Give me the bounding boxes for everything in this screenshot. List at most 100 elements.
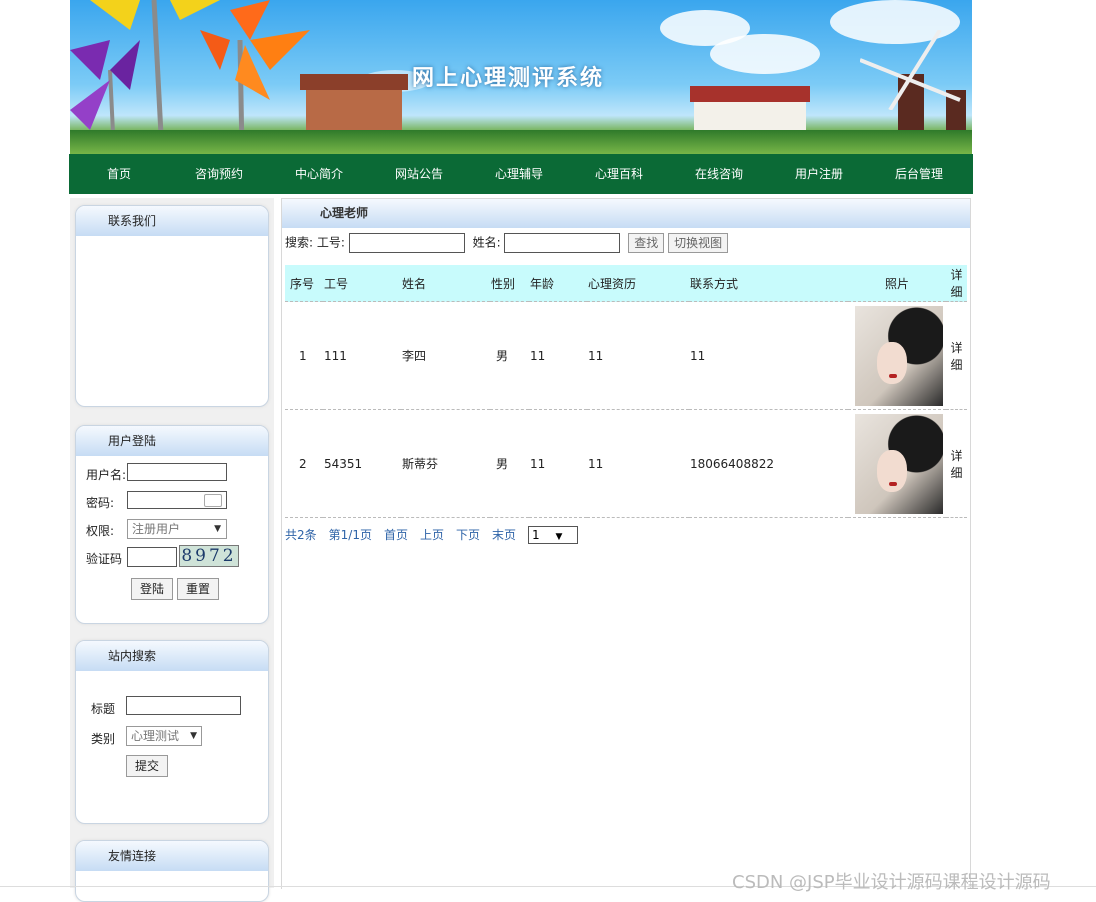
column-header: 工号 [323, 265, 401, 302]
pagination: 共2条 第1/1页 首页 上页 下页 末页 1 ▼ [285, 526, 590, 544]
windmill-blades-icon [860, 30, 961, 110]
search-submit-button[interactable]: 提交 [126, 755, 168, 777]
nav-item-counseling[interactable]: 心理辅导 [469, 154, 569, 194]
cell-index: 1 [285, 301, 323, 410]
search-title-input[interactable] [126, 696, 241, 715]
switch-view-button[interactable]: 切换视图 [668, 233, 729, 253]
login-button[interactable]: 登陆 [131, 578, 173, 600]
table-row: 2 54351 斯蒂芬 男 11 11 18066408822 详细 [285, 409, 967, 518]
name-label: 姓名: [472, 235, 501, 250]
pager-page: 第1/1页 [328, 528, 372, 542]
pager-total: 共2条 [285, 528, 317, 542]
nav-item-about[interactable]: 中心简介 [269, 154, 369, 194]
chevron-down-icon: ▼ [190, 731, 197, 741]
password-input[interactable] [127, 491, 227, 509]
column-header: 年龄 [529, 265, 587, 302]
house-image [300, 74, 408, 132]
site-banner: 网上心理测评系统 [70, 0, 972, 154]
cell-qualification: 11 [587, 409, 689, 518]
cell-id: 111 [323, 301, 401, 410]
links-box: 友情连接 [75, 840, 269, 902]
captcha-label: 验证码 [86, 552, 123, 566]
column-header: 序号 [285, 265, 323, 302]
reset-button[interactable]: 重置 [177, 578, 219, 600]
role-label: 权限: [86, 524, 115, 538]
cell-gender: 男 [490, 301, 529, 410]
id-input[interactable] [348, 233, 465, 253]
cell-photo [848, 301, 946, 410]
pager-first-link[interactable]: 首页 [384, 528, 408, 542]
search-prefix: 搜索: [285, 235, 314, 250]
captcha-input[interactable] [127, 547, 177, 567]
cell-name: 李四 [401, 301, 490, 410]
site-search-title: 站内搜索 [76, 641, 268, 671]
login-box: 用户登陆 用户名: 密码: 权限: 注册用户 ▼ 验证码 8972 登陆 重置 [75, 425, 269, 624]
column-header: 详细 [946, 265, 967, 302]
cell-photo [848, 409, 946, 518]
role-select[interactable]: 注册用户 ▼ [127, 519, 227, 539]
id-label: 工号: [316, 235, 345, 250]
cell-contact: 11 [689, 301, 848, 410]
cell-contact: 18066408822 [689, 409, 848, 518]
page-select[interactable]: 1 ▼ [528, 526, 579, 544]
username-label: 用户名: [86, 468, 127, 482]
main-nav: 首页 咨询预约 中心简介 网站公告 心理辅导 心理百科 在线咨询 用户注册 后台… [69, 154, 973, 194]
cell-id: 54351 [323, 409, 401, 518]
keyboard-icon[interactable] [204, 494, 222, 507]
nav-item-online-consult[interactable]: 在线咨询 [669, 154, 769, 194]
search-category-label: 类别 [91, 732, 116, 746]
contact-box: 联系我们 [75, 205, 269, 407]
column-header: 联系方式 [689, 265, 848, 302]
hedge [70, 130, 972, 154]
cell-qualification: 11 [587, 301, 689, 410]
role-value: 注册用户 [132, 522, 181, 536]
find-button[interactable]: 查找 [628, 233, 665, 253]
page-select-value: 1 [532, 528, 540, 542]
main-panel: 心理老师 搜索: 工号: 姓名: 查找 切换视图 序号 工号 姓名 性别 年龄 … [281, 198, 971, 889]
nav-item-encyclopedia[interactable]: 心理百科 [569, 154, 669, 194]
watermark: CSDN @JSP毕业设计源码课程设计源码 [732, 872, 1051, 893]
detail-link[interactable]: 详细 [946, 301, 967, 410]
main-title: 心理老师 [282, 199, 970, 228]
cell-age: 11 [529, 409, 587, 518]
cell-gender: 男 [490, 409, 529, 518]
teacher-photo[interactable] [855, 305, 943, 406]
pager-next-link[interactable]: 下页 [456, 528, 480, 542]
column-header: 性别 [490, 265, 529, 302]
detail-link[interactable]: 详细 [946, 409, 967, 518]
contact-title: 联系我们 [76, 206, 268, 236]
username-input[interactable] [127, 463, 227, 481]
login-title: 用户登陆 [76, 426, 268, 456]
column-header: 照片 [848, 265, 946, 302]
cell-name: 斯蒂芬 [401, 409, 490, 518]
column-header: 心理资历 [587, 265, 689, 302]
name-input[interactable] [504, 233, 621, 253]
search-category-select[interactable]: 心理测试 ▼ [126, 726, 202, 746]
chevron-down-icon: ▼ [214, 524, 221, 534]
nav-item-admin[interactable]: 后台管理 [869, 154, 969, 194]
nav-item-notice[interactable]: 网站公告 [369, 154, 469, 194]
table-row: 1 111 李四 男 11 11 11 详细 [285, 301, 967, 410]
cloud [710, 34, 820, 74]
cell-age: 11 [529, 301, 587, 410]
pager-prev-link[interactable]: 上页 [420, 528, 444, 542]
category-value: 心理测试 [131, 729, 180, 743]
nav-item-appointment[interactable]: 咨询预约 [169, 154, 269, 194]
column-header: 姓名 [401, 265, 490, 302]
captcha-image[interactable]: 8972 [179, 545, 239, 567]
teacher-photo[interactable] [855, 413, 943, 514]
nav-item-home[interactable]: 首页 [69, 154, 169, 194]
chevron-down-icon: ▼ [555, 532, 563, 542]
sidebar: 联系我们 用户登陆 用户名: 密码: 权限: 注册用户 ▼ 验证码 8972 登… [70, 198, 274, 902]
teacher-table: 序号 工号 姓名 性别 年龄 心理资历 联系方式 照片 详细 1 111 李四 … [285, 265, 967, 518]
table-header-row: 序号 工号 姓名 性别 年龄 心理资历 联系方式 照片 详细 [285, 265, 967, 302]
pager-last-link[interactable]: 末页 [492, 528, 516, 542]
cell-index: 2 [285, 409, 323, 518]
search-title-label: 标题 [91, 702, 116, 716]
teacher-search-bar: 搜索: 工号: 姓名: 查找 切换视图 [285, 233, 729, 253]
site-search-box: 站内搜索 标题 类别 心理测试 ▼ 提交 [75, 640, 269, 824]
password-label: 密码: [86, 496, 115, 510]
links-title: 友情连接 [76, 841, 268, 871]
site-title: 网上心理测评系统 [412, 65, 605, 91]
nav-item-register[interactable]: 用户注册 [769, 154, 869, 194]
